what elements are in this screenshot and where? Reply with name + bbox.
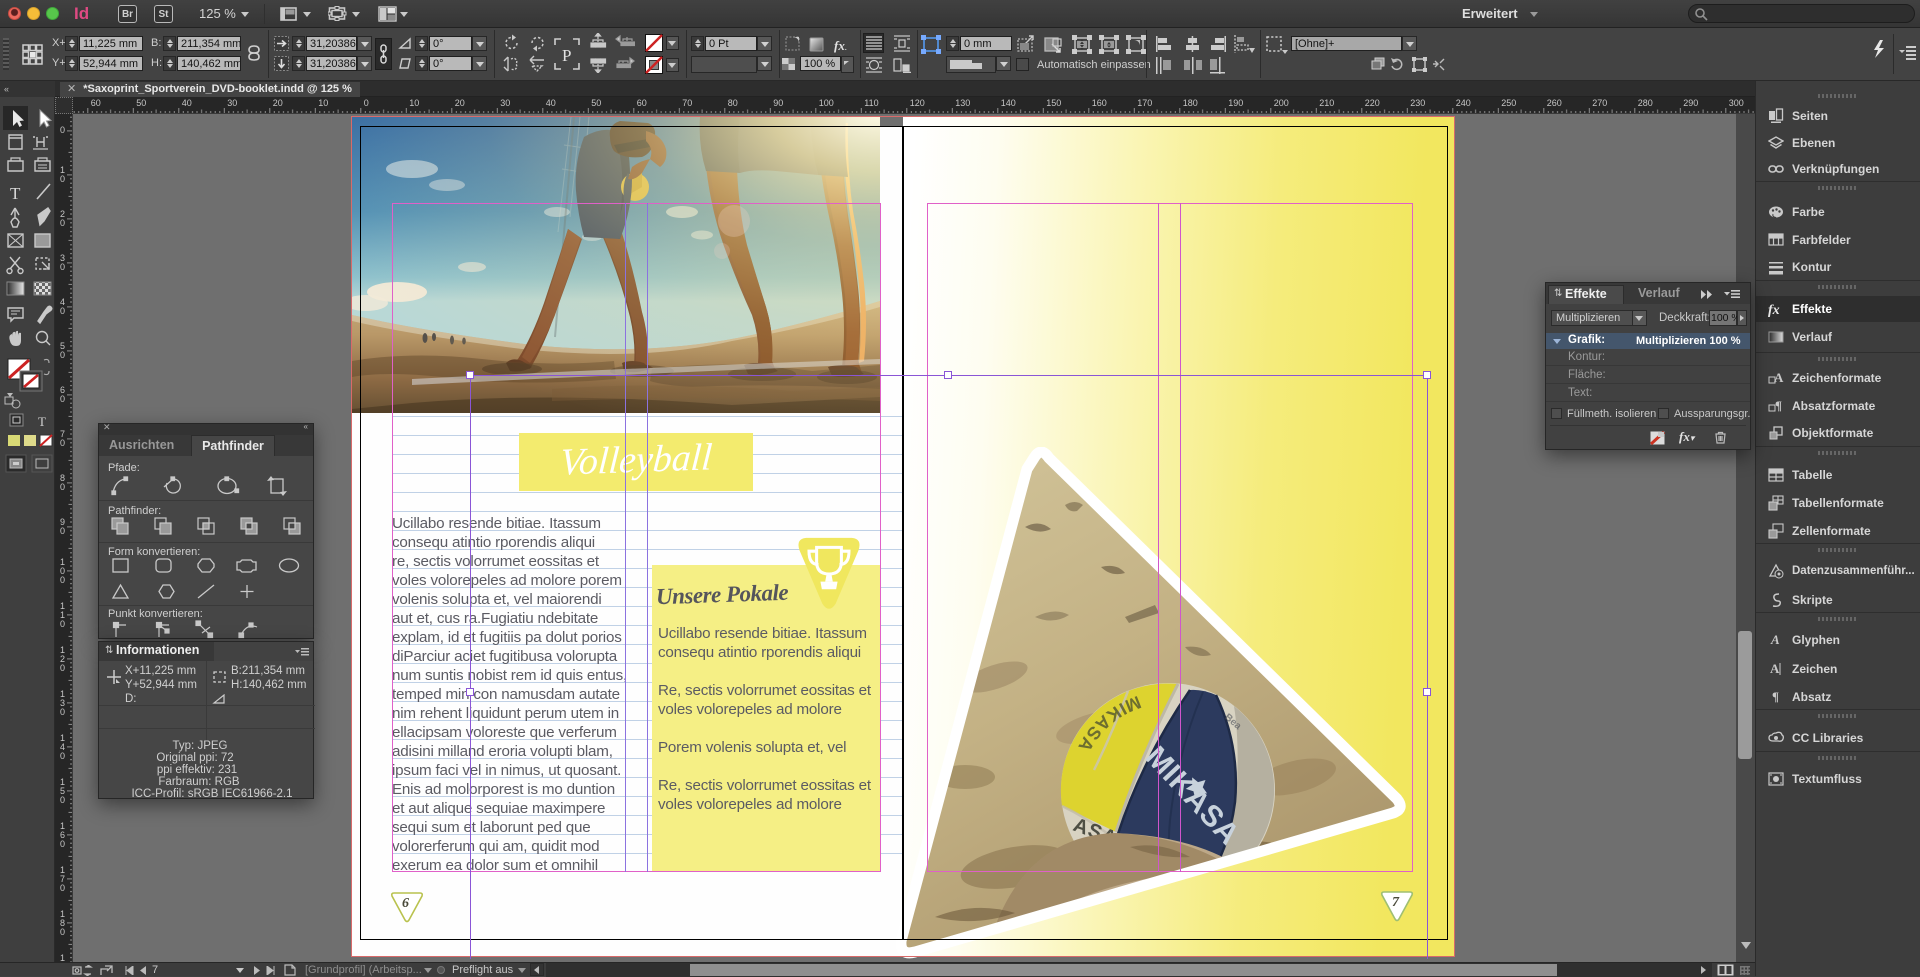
svg-text:20: 20: [273, 98, 283, 108]
svg-text:0: 0: [60, 883, 65, 893]
svg-text:0: 0: [60, 262, 65, 272]
svg-text:0: 0: [60, 218, 65, 228]
svg-text:0: 0: [60, 575, 65, 585]
svg-text:10: 10: [318, 98, 328, 108]
svg-text:0: 0: [60, 619, 65, 629]
svg-text:160: 160: [1092, 98, 1107, 108]
svg-text:30: 30: [227, 98, 237, 108]
svg-text:0: 0: [60, 394, 65, 404]
svg-text:A: A: [1770, 632, 1780, 647]
svg-text:230: 230: [1410, 98, 1425, 108]
svg-text:170: 170: [1137, 98, 1152, 108]
svg-text:180: 180: [1183, 98, 1198, 108]
svg-text:10: 10: [409, 98, 419, 108]
svg-text:190: 190: [1228, 98, 1243, 108]
svg-text:250: 250: [1501, 98, 1516, 108]
svg-text:¶: ¶: [1775, 398, 1782, 413]
svg-text:210: 210: [1319, 98, 1334, 108]
svg-text:0: 0: [60, 350, 65, 360]
svg-text:60: 60: [637, 98, 647, 108]
svg-text:0: 0: [60, 839, 65, 849]
svg-text:80: 80: [728, 98, 738, 108]
svg-text:0: 0: [60, 482, 65, 492]
svg-text:0: 0: [60, 306, 65, 316]
svg-text:¶: ¶: [1772, 689, 1779, 704]
svg-text:0: 0: [60, 526, 65, 536]
svg-text:A: A: [1770, 661, 1780, 676]
svg-text:T: T: [10, 184, 21, 203]
svg-text:50: 50: [136, 98, 146, 108]
svg-text:60: 60: [91, 98, 101, 108]
svg-text:300: 300: [1729, 98, 1744, 108]
svg-text:240: 240: [1456, 98, 1471, 108]
svg-text:260: 260: [1547, 98, 1562, 108]
svg-text:90: 90: [773, 98, 783, 108]
svg-text:30: 30: [500, 98, 510, 108]
svg-text:120: 120: [910, 98, 925, 108]
svg-text:0: 0: [60, 795, 65, 805]
svg-text:40: 40: [546, 98, 556, 108]
svg-text:140: 140: [1001, 98, 1016, 108]
svg-text:0: 0: [60, 707, 65, 717]
svg-text:0: 0: [60, 663, 65, 673]
svg-text:P: P: [562, 46, 571, 65]
svg-text:1: 1: [60, 953, 65, 962]
svg-text:270: 270: [1592, 98, 1607, 108]
svg-text:130: 130: [955, 98, 970, 108]
svg-text:0: 0: [60, 125, 65, 135]
svg-text:0: 0: [364, 98, 369, 108]
svg-text:110: 110: [864, 98, 878, 108]
svg-text:T: T: [38, 414, 46, 429]
svg-text:20: 20: [455, 98, 465, 108]
svg-text:50: 50: [591, 98, 601, 108]
svg-text:0: 0: [60, 174, 65, 184]
svg-text:0: 0: [60, 751, 65, 761]
svg-text:280: 280: [1638, 98, 1653, 108]
svg-text:70: 70: [682, 98, 692, 108]
svg-text:40: 40: [182, 98, 192, 108]
svg-text:100: 100: [819, 98, 834, 108]
svg-text:0: 0: [60, 927, 65, 937]
svg-text:150: 150: [1046, 98, 1061, 108]
svg-text:220: 220: [1365, 98, 1380, 108]
svg-text:290: 290: [1683, 98, 1698, 108]
svg-text:200: 200: [1274, 98, 1289, 108]
svg-text:0: 0: [60, 438, 65, 448]
